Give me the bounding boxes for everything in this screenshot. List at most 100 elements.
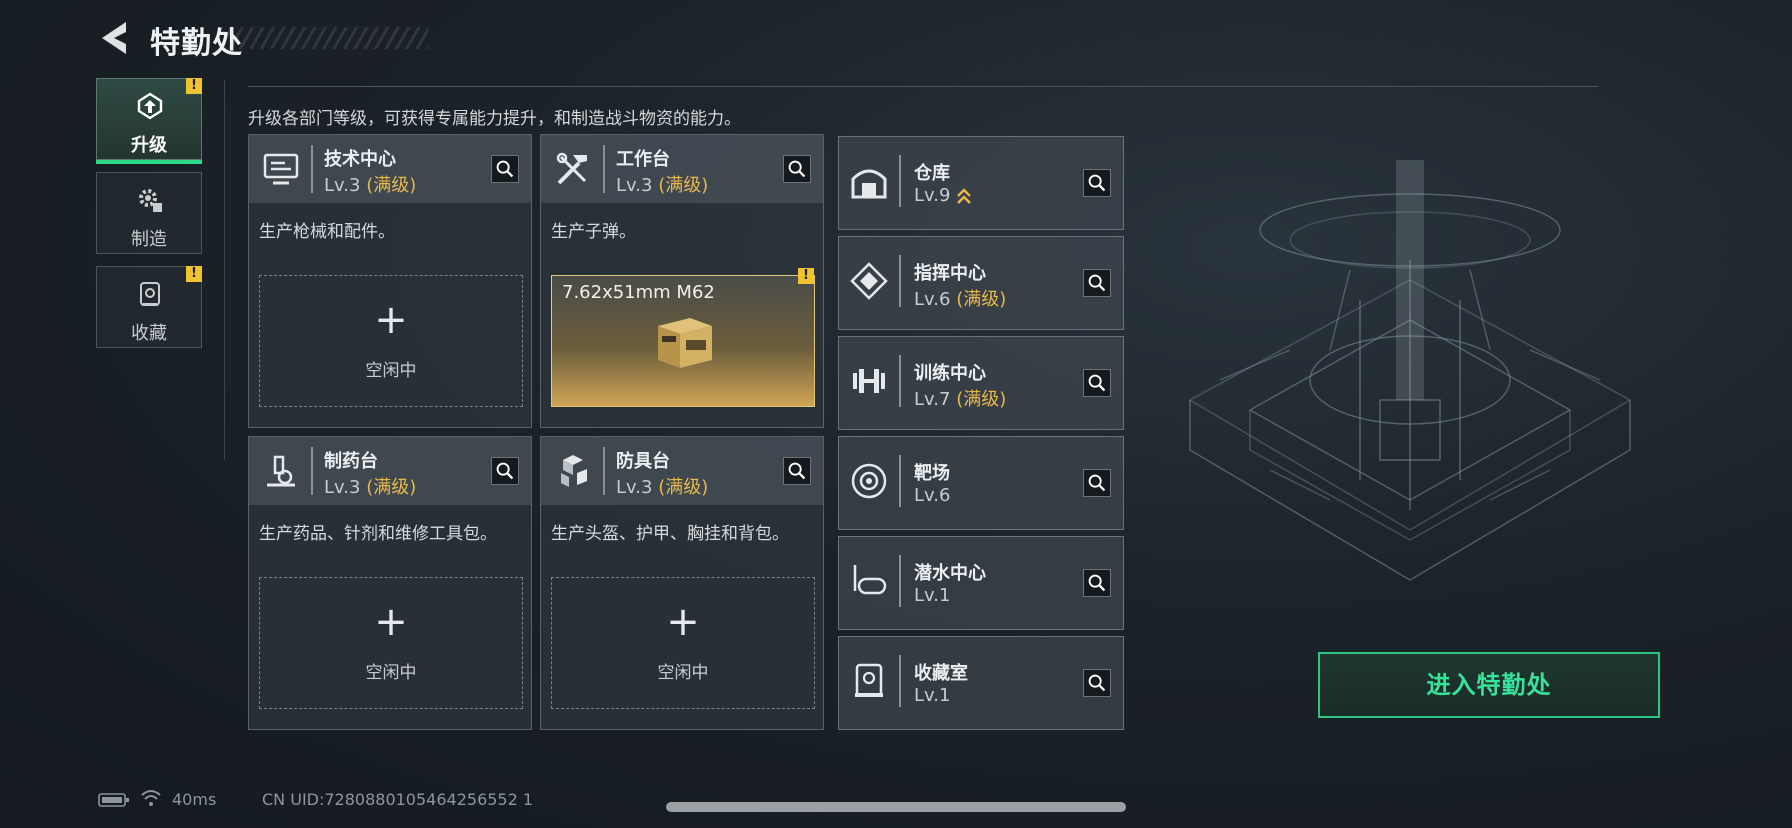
tab-craft[interactable]: 制造: [96, 172, 202, 254]
max-level-tag: (满级): [366, 175, 417, 196]
computer-icon: [263, 153, 299, 185]
facility-card-diving-center[interactable]: 潜水中心 Lv.1: [838, 536, 1124, 630]
target-icon: [851, 463, 887, 499]
add-icon: +: [666, 599, 700, 645]
alert-badge: !: [186, 266, 202, 282]
level-value: Lv.1: [914, 585, 951, 606]
divider: [311, 447, 313, 495]
dumbbell-icon: [853, 369, 885, 393]
upgrade-available-icon: [957, 188, 972, 204]
divider: [899, 355, 901, 407]
search-icon[interactable]: [1083, 169, 1111, 197]
facility-card-collection-room[interactable]: 收藏室 Lv.1: [838, 636, 1124, 730]
max-level-tag: (满级): [366, 477, 417, 498]
product-name: 7.62x51mm M62: [562, 282, 715, 303]
station-level: Lv.3 (满级): [616, 171, 708, 197]
station-name: 技术中心: [324, 149, 396, 170]
facility-card-command-center[interactable]: 指挥中心 Lv.6 (满级): [838, 236, 1124, 330]
search-icon[interactable]: [1083, 369, 1111, 397]
divider: [899, 455, 901, 507]
station-card-tech-center[interactable]: 技术中心 Lv.3 (满级) 生产枪械和配件。 + 空闲中: [248, 134, 532, 428]
level-value: Lv.9: [914, 185, 951, 206]
facility-card-warehouse[interactable]: 仓库 Lv.9: [838, 136, 1124, 230]
station-card-pharmacy[interactable]: 制药台 Lv.3 (满级) 生产药品、针剂和维修工具包。 + 空闲中: [248, 436, 532, 730]
back-arrow-icon[interactable]: [96, 18, 132, 58]
level-value: Lv.6: [914, 289, 951, 310]
station-card-workbench[interactable]: 工作台 Lv.3 (满级) 生产子弹。 7.62x51mm M62 !: [540, 134, 824, 428]
slot-status: 空闲中: [657, 663, 709, 683]
add-icon: +: [374, 297, 408, 343]
slot-status: 空闲中: [365, 663, 417, 683]
facility-name: 收藏室: [914, 663, 968, 684]
facility-name: 潜水中心: [914, 563, 986, 584]
uid-text: CN UID:7280880105464256552 1: [262, 790, 534, 809]
search-icon[interactable]: [783, 155, 811, 183]
latency-text: 40ms: [172, 790, 217, 809]
tab-collection[interactable]: 收藏 !: [96, 266, 202, 348]
level-value: Lv.6: [914, 485, 951, 506]
divider: [224, 80, 225, 460]
max-level-tag: (满级): [956, 289, 1007, 310]
search-icon[interactable]: [491, 457, 519, 485]
station-name: 制药台: [324, 451, 378, 472]
page-title: 特勤处: [150, 26, 243, 61]
gear-icon: [139, 189, 162, 212]
production-slot[interactable]: + 空闲中: [551, 577, 815, 709]
home-indicator[interactable]: [666, 802, 1126, 812]
search-icon[interactable]: [491, 155, 519, 183]
tab-label: 制造: [131, 229, 167, 250]
facility-level: Lv.1: [914, 685, 950, 706]
facility-name: 仓库: [914, 163, 950, 184]
diving-mask-icon: [853, 565, 887, 595]
production-slot[interactable]: + 空闲中: [259, 275, 523, 407]
station-description: 生产子弹。: [551, 222, 636, 242]
command-center-icon: [850, 262, 888, 300]
level-value: Lv.3: [324, 477, 361, 498]
divider: [899, 155, 901, 207]
search-icon[interactable]: [1083, 569, 1111, 597]
facility-name: 训练中心: [914, 363, 986, 384]
facility-level: Lv.6: [914, 485, 950, 506]
facility-level: Lv.1: [914, 585, 950, 606]
search-icon[interactable]: [1083, 469, 1111, 497]
station-description: 生产药品、针剂和维修工具包。: [259, 524, 497, 544]
title-decoration: [220, 27, 428, 49]
facility-card-training-center[interactable]: 训练中心 Lv.7 (满级): [838, 336, 1124, 430]
tools-icon: [556, 152, 587, 185]
divider: [603, 447, 605, 495]
battery-icon: [98, 793, 129, 807]
tab-label: 收藏: [131, 323, 167, 344]
level-value: Lv.7: [914, 389, 951, 410]
facility-level: Lv.9: [914, 185, 972, 206]
level-value: Lv.3: [324, 175, 361, 196]
facility-level: Lv.6 (满级): [914, 285, 1006, 311]
alert-badge: !: [798, 268, 814, 284]
add-icon: +: [374, 599, 408, 645]
divider: [899, 555, 901, 607]
enter-special-ops-button[interactable]: 进入特勤处: [1318, 652, 1660, 718]
tab-upgrade[interactable]: 升级 !: [96, 78, 202, 164]
divider: [899, 655, 901, 707]
divider: [899, 255, 901, 307]
station-card-armor-bench[interactable]: 防具台 Lv.3 (满级) 生产头盔、护甲、胸挂和背包。 + 空闲中: [540, 436, 824, 730]
max-level-tag: (满级): [658, 175, 709, 196]
station-name: 工作台: [616, 149, 670, 170]
slot-status: 空闲中: [365, 361, 417, 381]
production-slot[interactable]: + 空闲中: [259, 577, 523, 709]
microscope-icon: [267, 455, 295, 487]
search-icon[interactable]: [1083, 669, 1111, 697]
station-level: Lv.3 (满级): [324, 473, 416, 499]
level-value: Lv.3: [616, 175, 653, 196]
station-description: 生产枪械和配件。: [259, 222, 395, 242]
ammo-box-image: [658, 318, 712, 368]
station-description: 生产头盔、护甲、胸挂和背包。: [551, 524, 789, 544]
search-icon[interactable]: [783, 457, 811, 485]
level-value: Lv.1: [914, 685, 951, 706]
station-level: Lv.3 (满级): [324, 171, 416, 197]
facility-card-shooting-range[interactable]: 靶场 Lv.6: [838, 436, 1124, 530]
facility-level: Lv.7 (满级): [914, 385, 1006, 411]
search-icon[interactable]: [1083, 269, 1111, 297]
production-item[interactable]: 7.62x51mm M62 !: [551, 268, 815, 407]
base-blueprint-model: [1188, 160, 1632, 581]
divider: [248, 86, 1598, 87]
